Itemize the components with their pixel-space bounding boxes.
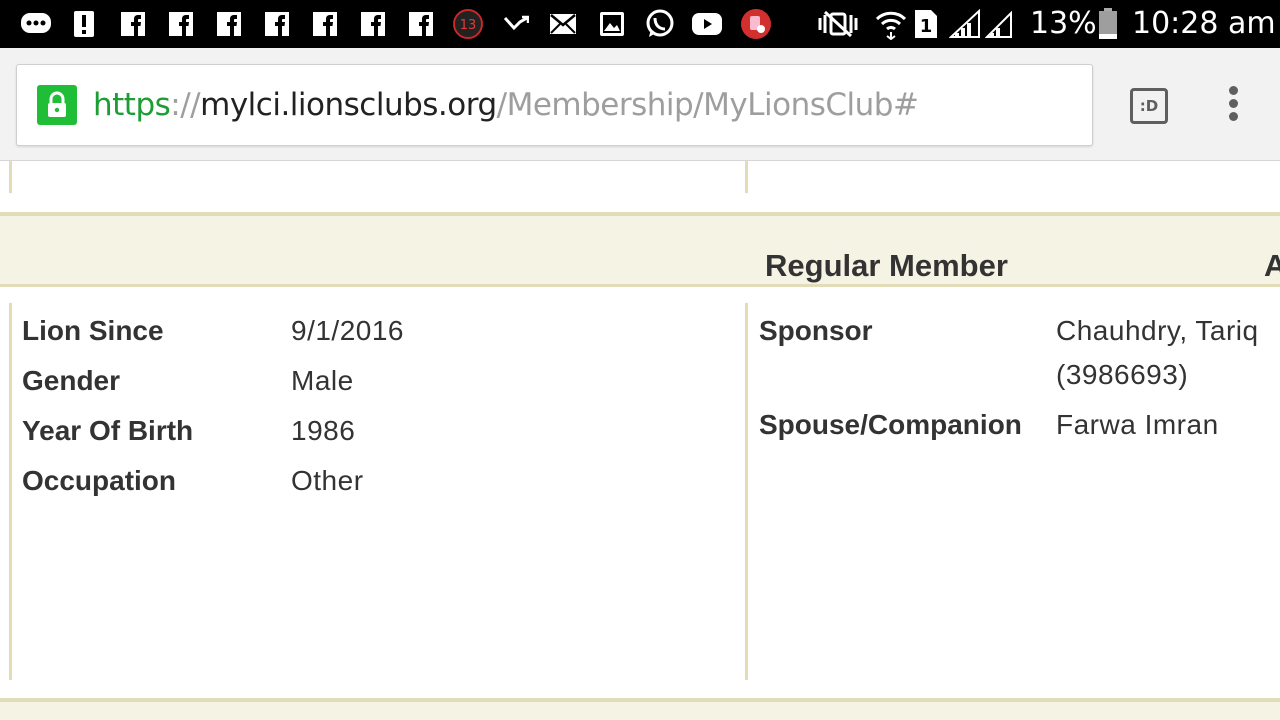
badge-13-icon: 13 bbox=[452, 9, 484, 39]
url-separator: :// bbox=[170, 87, 201, 123]
spouse-value: Farwa Imran bbox=[1056, 409, 1219, 440]
gallery-icon bbox=[598, 9, 626, 39]
url-host: mylci.lionsclubs.org bbox=[200, 87, 497, 123]
panel-divider bbox=[9, 161, 12, 193]
panel-right-border bbox=[745, 303, 748, 680]
panel-divider bbox=[745, 161, 748, 193]
signal-icon bbox=[948, 9, 982, 39]
vibrate-mute-icon bbox=[816, 9, 860, 39]
year-of-birth-value: 1986 bbox=[291, 415, 356, 446]
url-bar[interactable]: https://mylci.lionsclubs.org/Membership/… bbox=[16, 64, 1093, 146]
email-icon bbox=[548, 9, 578, 39]
section-divider bbox=[0, 284, 1280, 287]
youtube-icon bbox=[690, 9, 724, 39]
browser-toolbar: https://mylci.lionsclubs.org/Membership/… bbox=[0, 48, 1280, 161]
spouse-label: Spouse/Companion bbox=[759, 409, 1022, 440]
facebook-icon bbox=[408, 9, 434, 39]
url-scheme: https bbox=[93, 87, 171, 123]
gender-label: Gender bbox=[22, 365, 121, 396]
lion-since-value: 9/1/2016 bbox=[291, 315, 404, 346]
overflow-menu-icon[interactable] bbox=[1222, 86, 1246, 122]
next-band bbox=[0, 702, 1280, 720]
wifi-icon bbox=[874, 9, 908, 40]
sim-1-icon: 1 bbox=[914, 9, 938, 39]
alert-icon bbox=[72, 9, 96, 39]
sponsor-label: Sponsor bbox=[759, 315, 873, 346]
occupation-value: Other bbox=[291, 465, 364, 496]
clock: 10:28 am bbox=[1132, 6, 1276, 41]
facebook-icon bbox=[216, 9, 242, 39]
battery-percent: 13% bbox=[1030, 6, 1097, 41]
url-path: /Membership/MyLionsClub# bbox=[496, 87, 919, 123]
facebook-icon bbox=[264, 9, 290, 39]
occupation-label: Occupation bbox=[22, 465, 177, 496]
sponsor-id: (3986693) bbox=[1056, 359, 1189, 390]
tab-switcher-button[interactable]: :D bbox=[1130, 88, 1168, 124]
year-of-birth-label: Year Of Birth bbox=[22, 415, 194, 446]
facebook-icon bbox=[360, 9, 386, 39]
panel-left-border bbox=[9, 303, 12, 680]
whatsapp-icon bbox=[644, 9, 676, 39]
member-type-title: Regular Member bbox=[765, 248, 1008, 283]
member-type-band bbox=[0, 216, 1280, 284]
battery-icon bbox=[1098, 8, 1118, 39]
app-red-icon bbox=[740, 9, 772, 39]
lock-icon[interactable] bbox=[37, 85, 77, 125]
gender-value: Male bbox=[291, 365, 354, 396]
facebook-icon bbox=[312, 9, 338, 39]
missed-call-icon bbox=[502, 9, 530, 39]
sim-label-text: 1 bbox=[920, 16, 933, 37]
status-bar: 13 1 13% 10:28 am bbox=[0, 0, 1280, 48]
url-text[interactable]: https://mylci.lionsclubs.org/Membership/… bbox=[93, 83, 919, 127]
facebook-icon bbox=[120, 9, 146, 39]
lion-since-label: Lion Since bbox=[22, 315, 164, 346]
next-column-title: A bbox=[1264, 248, 1280, 283]
badge-count-text: 13 bbox=[460, 18, 477, 33]
messenger-icon bbox=[20, 9, 52, 39]
signal-2-icon bbox=[984, 9, 1014, 39]
facebook-icon bbox=[168, 9, 194, 39]
sponsor-name: Chauhdry, Tariq bbox=[1056, 315, 1259, 346]
